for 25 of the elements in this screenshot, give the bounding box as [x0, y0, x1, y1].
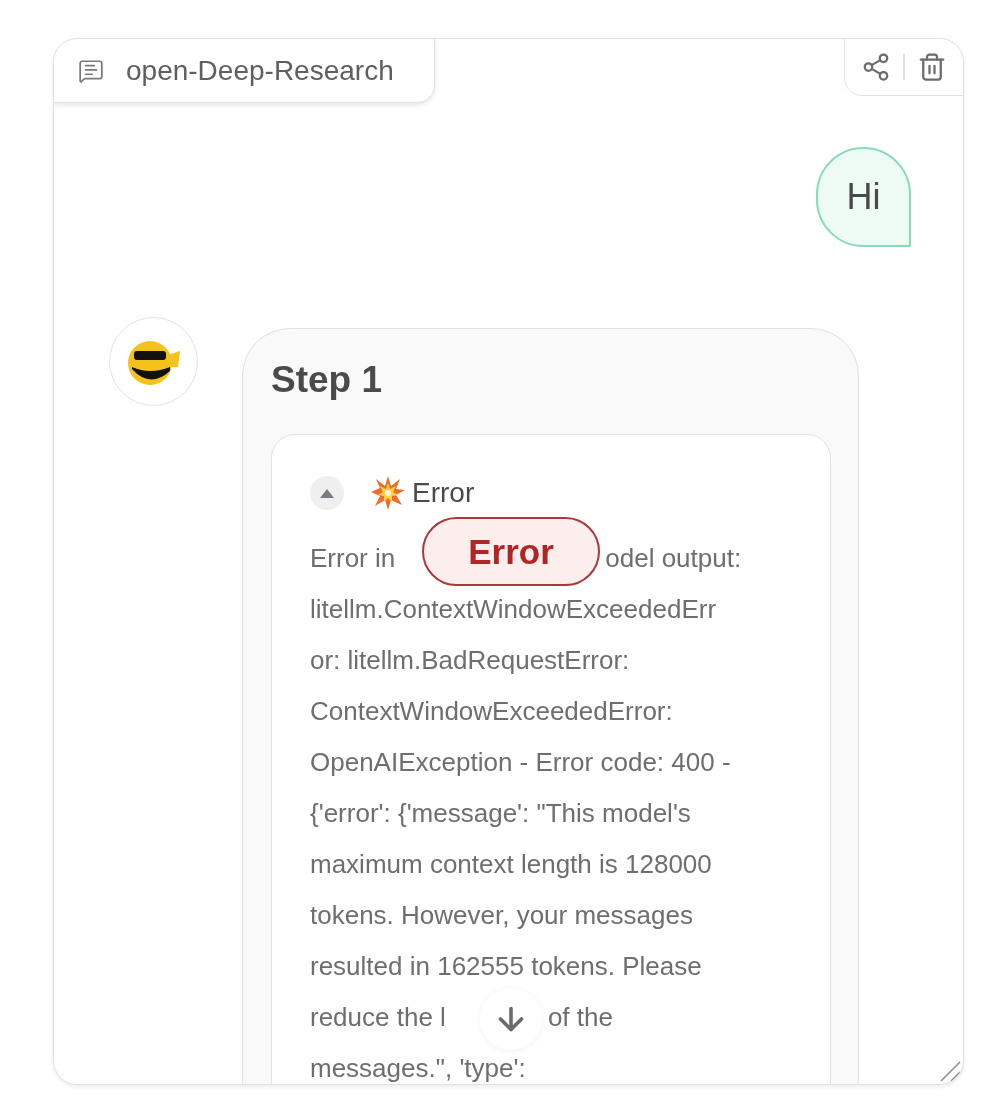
- error-text: maximum context length is 128000: [310, 849, 712, 880]
- delete-button[interactable]: [917, 52, 947, 82]
- error-text: reduce the l: [310, 1002, 446, 1033]
- error-text: messages.", 'type':: [310, 1053, 526, 1084]
- error-text: ContextWindowExceededError:: [310, 696, 673, 727]
- resize-handle[interactable]: [939, 1060, 961, 1082]
- error-text: OpenAIException - Error code: 400 -: [310, 747, 731, 778]
- share-button[interactable]: [861, 52, 891, 82]
- error-text: litellm.ContextWindowExceededErr: [310, 594, 717, 625]
- error-text: odel output:: [605, 543, 742, 574]
- triangle-icon: [320, 488, 334, 498]
- collapse-button[interactable]: [310, 476, 344, 510]
- conversation-title: open-Deep-Research: [126, 54, 394, 87]
- error-text: of the: [547, 1002, 613, 1033]
- user-message: Hi: [816, 147, 911, 247]
- log-title: Error: [412, 477, 475, 509]
- chat-icon: [78, 57, 104, 84]
- burst-icon: [370, 475, 406, 511]
- error-text: resulted in 162555 tokens. Please: [310, 951, 702, 982]
- error-badge: Error: [422, 517, 600, 586]
- error-text: Error in: [310, 543, 396, 574]
- error-text: or: litellm.BadRequestError:: [310, 645, 630, 676]
- error-text: tokens. However, your messages: [310, 900, 693, 931]
- step-title: Step 1: [271, 359, 384, 401]
- error-text: {'error': {'message': "This model's: [310, 798, 691, 829]
